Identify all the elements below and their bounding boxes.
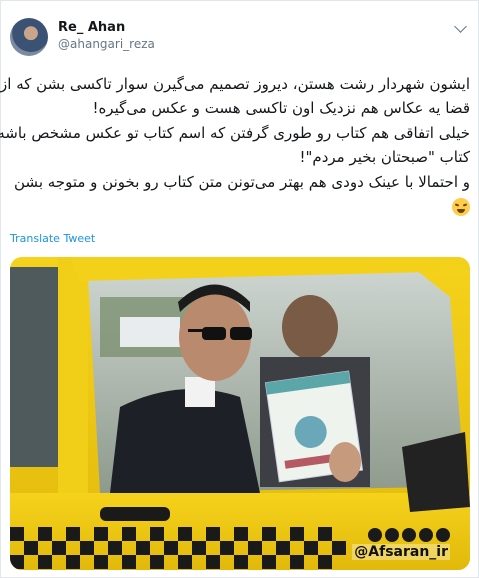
instagram-icon [402,528,416,542]
tweet-text-emoji-line [10,194,470,218]
watermark-handle: @Afsaran_ir [352,544,450,560]
avatar[interactable] [10,18,48,56]
taxi-photo-illustration [10,257,470,570]
laughing-tears-emoji-icon [452,197,470,216]
author-handle[interactable]: @ahangari_reza [58,37,155,51]
tweet-text: ایشون شهردار رشت هستن، دیروز تصمیم می‌گی… [0,72,470,218]
tweet-text-line: و احتمالا با عینک دودی هم بهتر می‌تونن م… [14,172,470,191]
tweet-photo[interactable]: @Afsaran_ir [10,257,470,570]
tweet-text-line: خیلی اتفاقی هم کتاب رو طوری گرفتن که اسم… [0,123,470,142]
tweet-text-line: ایشون شهردار رشت هستن، دیروز تصمیم می‌گی… [0,75,470,93]
telegram-icon [385,528,399,542]
twitter-icon [368,528,382,542]
author-display-name[interactable]: Re_ Ahan [58,20,125,35]
watermark: @Afsaran_ir [352,528,450,560]
social-icons [368,528,450,542]
aparat-icon [419,528,433,542]
translate-tweet-link[interactable]: Translate Tweet [10,232,95,245]
chat-icon [436,528,450,542]
tweet-text-line: قضا یه عکاس هم نزدیک اون تاکسی هست و عکس… [92,99,470,118]
tweet-text-line: کتاب "صبحتان بخیر مردم"! [299,148,470,167]
